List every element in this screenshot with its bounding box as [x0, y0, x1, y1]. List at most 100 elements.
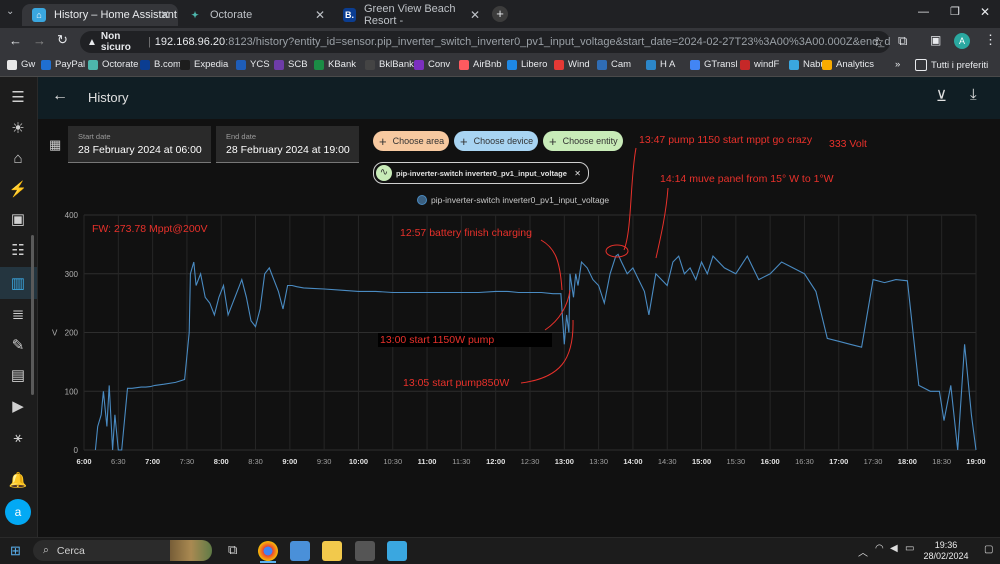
bookmark-item[interactable]: KBank — [314, 59, 356, 70]
bookmark-item[interactable]: Libero — [507, 59, 547, 70]
tray-chevron-icon[interactable]: ︿ — [858, 544, 868, 559]
reload-icon[interactable]: ↻ — [57, 32, 68, 48]
bookmark-item[interactable]: Conv — [414, 59, 450, 70]
tab-search-icon[interactable]: ⌄ — [6, 6, 20, 20]
chart-legend[interactable]: pip-inverter-switch inverter0_pv1_input_… — [417, 195, 610, 205]
home-assistant-taskbar-icon[interactable] — [387, 541, 407, 561]
bookmark-item[interactable]: Nabu — [789, 59, 826, 70]
wifi-icon[interactable]: ◠ — [875, 543, 884, 554]
close-tab-icon[interactable]: ✕ — [160, 8, 170, 22]
bookmark-label: AirBnb — [473, 59, 502, 70]
user-avatar[interactable]: a — [5, 499, 31, 525]
bookmark-item[interactable]: Expedia — [180, 59, 228, 70]
clock-time[interactable]: 19:36 — [926, 540, 966, 550]
y-tick-label: 300 — [65, 270, 79, 279]
bookmark-item[interactable]: YCS — [236, 59, 270, 70]
choose-entity-button[interactable]: + Choose entity — [543, 131, 623, 151]
bookmark-item[interactable]: BklBank — [365, 59, 414, 70]
choose-device-button[interactable]: + Choose device — [454, 131, 538, 151]
clock-date[interactable]: 28/02/2024 — [917, 551, 975, 561]
menu-icon[interactable]: ☰ — [9, 88, 27, 106]
download-icon[interactable]: ⤓ — [970, 86, 977, 103]
file-explorer-taskbar-icon[interactable] — [322, 541, 342, 561]
task-view-icon[interactable]: ⧉ — [228, 542, 237, 558]
energy-sun-icon[interactable]: ☀ — [9, 119, 27, 137]
bookmark-item[interactable]: Octorate — [88, 59, 138, 70]
minimize-icon[interactable]: — — [918, 6, 929, 18]
logbook-icon[interactable]: ☷ — [9, 241, 27, 259]
bookmark-favicon-icon — [236, 59, 246, 70]
browser-menu-icon[interactable]: ⋮ — [984, 32, 997, 48]
media-icon[interactable]: ≣ — [9, 305, 27, 323]
choose-device-label: Choose device — [473, 136, 534, 146]
bookmark-label: B.com — [154, 59, 181, 70]
maximize-icon[interactable]: ❐ — [950, 5, 960, 18]
speaker-icon[interactable]: ◀ — [890, 543, 898, 554]
x-tick-label: 17:30 — [864, 457, 883, 466]
sidepanel-icon[interactable]: ▣ — [930, 33, 941, 47]
new-tab-button[interactable]: + — [492, 6, 508, 22]
notifications-bell-icon[interactable]: 🔔 — [9, 471, 28, 489]
remote-desktop-taskbar-icon[interactable] — [290, 541, 310, 561]
bookmark-item[interactable]: windF — [740, 59, 779, 70]
close-tab-icon[interactable]: ✕ — [315, 8, 325, 22]
url-rest: :8123/history?entity_id=sensor.pip_inver… — [225, 36, 890, 48]
bookmark-item[interactable]: Gw — [7, 59, 35, 70]
history-chart-icon[interactable]: ▥ — [9, 274, 27, 292]
forward-icon[interactable]: → — [33, 33, 46, 48]
wrench-icon[interactable]: ✎ — [9, 336, 27, 354]
bookmark-item[interactable]: AirBnb — [459, 59, 502, 70]
bookmark-label: H A — [660, 59, 676, 70]
choose-area-button[interactable]: + Choose area — [373, 131, 449, 151]
bookmark-label: Analytics — [836, 59, 875, 70]
bookmark-favicon-icon — [597, 59, 607, 70]
lightning-icon[interactable]: ⚡ — [9, 180, 28, 198]
end-date-picker[interactable]: End date 28 February 2024 at 19:00 — [216, 126, 359, 163]
bookmark-item[interactable]: Wind — [554, 59, 590, 70]
battery-icon[interactable]: ▭ — [905, 543, 914, 554]
tab-octorate[interactable]: ✦ Octorate ✕ — [178, 4, 333, 26]
sidebar-scrollbar[interactable] — [31, 235, 34, 395]
y-tick-label: 0 — [74, 446, 79, 455]
close-window-icon[interactable]: ✕ — [980, 5, 990, 19]
bookmark-star-icon[interactable]: ☆ — [873, 35, 884, 49]
tools-icon[interactable]: ▤ — [9, 366, 27, 384]
windows-start-icon[interactable]: ⊞ — [10, 543, 21, 559]
bookmark-item[interactable]: H A — [646, 59, 675, 70]
x-tick-label: 8:00 — [214, 457, 229, 466]
all-favorites-folder[interactable]: Tutti i preferiti — [915, 59, 988, 71]
booking-icon: B. — [343, 8, 356, 22]
more-bookmarks-icon[interactable]: » — [895, 59, 900, 70]
bookmark-item[interactable]: GTransl — [690, 59, 737, 70]
person-badge-icon[interactable]: ▣ — [9, 210, 27, 228]
bookmark-item[interactable]: Cam — [597, 59, 631, 70]
back-arrow-icon[interactable]: ← — [52, 87, 68, 105]
ha-top-bar: ← History ⊻ ⤓ — [38, 77, 1000, 119]
remove-entity-icon[interactable]: ✕ — [574, 169, 581, 178]
bookmark-item[interactable]: SCB — [274, 59, 308, 70]
notification-center-icon[interactable]: ▢ — [984, 544, 993, 555]
tab-home-assistant[interactable]: ⌂ History – Home Assistant ✕ — [22, 4, 178, 26]
start-date-picker[interactable]: Start date 28 February 2024 at 06:00 — [68, 126, 211, 163]
bookmark-item[interactable]: PayPal — [41, 59, 85, 70]
home-assistant-icon: ⌂ — [32, 8, 46, 22]
back-icon[interactable]: ← — [9, 33, 22, 48]
voltage-series-line[interactable] — [94, 253, 977, 451]
bookmark-item[interactable]: B.com — [140, 59, 181, 70]
extensions-icon[interactable]: ⧉ — [898, 33, 907, 49]
tab-green-view[interactable]: B. Green View Beach Resort - ✕ — [333, 3, 488, 27]
play-icon[interactable]: ▶ — [9, 397, 27, 415]
x-tick-label: 8:30 — [248, 457, 263, 466]
map-icon[interactable]: ⌂ — [9, 149, 27, 167]
security-label[interactable]: Non sicuro — [101, 31, 144, 53]
bookmark-item[interactable]: Analytics — [822, 59, 874, 70]
clear-filter-icon[interactable]: ⊻ — [936, 87, 947, 105]
calculator-taskbar-icon[interactable] — [355, 541, 375, 561]
entity-chip[interactable]: ∿ pip-inverter-switch inverter0_pv1_inpu… — [373, 162, 589, 184]
address-bar[interactable]: ▲ Non sicuro | 192.168.96.20 :8123/histo… — [80, 31, 890, 53]
chrome-taskbar-icon[interactable] — [258, 541, 278, 561]
profile-avatar[interactable]: A — [954, 33, 970, 49]
close-tab-icon[interactable]: ✕ — [470, 8, 480, 22]
x-tick-label: 15:00 — [692, 457, 711, 466]
network-icon[interactable]: ⚹ — [9, 428, 27, 446]
